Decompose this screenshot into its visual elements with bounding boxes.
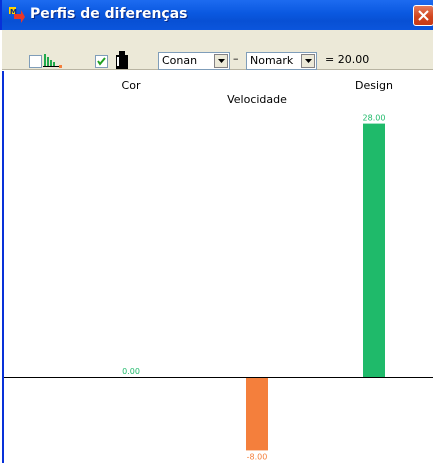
difference-separator: – <box>233 52 239 65</box>
product-a-dropdown-button[interactable] <box>214 54 228 68</box>
window-title: Perfis de diferenças <box>30 6 188 22</box>
chevron-down-icon <box>305 59 312 63</box>
product-a-select[interactable]: Conan <box>158 52 230 70</box>
product-b-select[interactable]: Nomark <box>246 52 317 70</box>
weight-checkbox[interactable] <box>95 55 108 68</box>
product-b-value: Nomark <box>250 54 294 67</box>
app-window: M Perfis de diferenças Conan – Nomark = … <box>0 0 433 463</box>
close-button[interactable] <box>413 5 433 26</box>
bar-chart-icon[interactable] <box>43 51 65 73</box>
value-label: 28.00 <box>363 114 386 123</box>
difference-result: = 20.00 <box>325 53 370 66</box>
bar <box>363 123 385 377</box>
value-label: 0.00 <box>122 367 140 376</box>
checkmark-icon <box>97 57 106 66</box>
product-a-value: Conan <box>162 54 198 67</box>
category-label: Cor <box>122 79 141 92</box>
category-label: Design <box>355 79 393 92</box>
category-label: Velocidade <box>227 93 287 106</box>
chevron-down-icon <box>218 59 225 63</box>
product-b-dropdown-button[interactable] <box>301 54 315 68</box>
value-label: -8.00 <box>247 452 268 461</box>
title-bar[interactable]: M Perfis de diferenças <box>0 0 433 30</box>
chart-area: Cor 0.00 Velocidade -8.00 Design 28.00 <box>2 71 433 463</box>
difference-chart: Cor 0.00 Velocidade -8.00 Design 28.00 <box>4 79 433 461</box>
close-icon <box>418 10 429 21</box>
bar <box>246 378 268 451</box>
profile-checkbox[interactable] <box>29 55 42 68</box>
app-icon: M <box>8 6 26 24</box>
